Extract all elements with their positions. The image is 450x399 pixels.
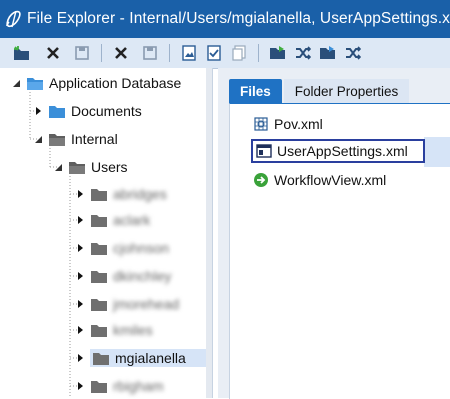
collapse-triangle-icon[interactable]: [10, 77, 22, 89]
tree-item-user[interactable]: aclark: [74, 209, 150, 231]
folder-icon: [90, 213, 108, 228]
tree-item-label: dkinchley: [113, 268, 172, 284]
tree-item-user[interactable]: dkinchley: [74, 265, 171, 287]
new-folder-icon[interactable]: [12, 43, 32, 63]
file-name: Pov.xml: [274, 116, 323, 132]
tree-item-label: jmorehead: [113, 296, 180, 312]
file-item-workflowview[interactable]: WorkflowView.xml: [253, 168, 386, 192]
tree-item-documents[interactable]: Documents: [32, 100, 142, 122]
file-item-pov[interactable]: Pov.xml: [253, 112, 323, 136]
tab-strip: Files Folder Properties: [229, 79, 411, 103]
tree-item-user[interactable]: jmorehead: [74, 293, 179, 315]
expand-triangle-icon[interactable]: [74, 380, 86, 392]
tree-item-user[interactable]: rbigham: [74, 375, 164, 397]
expand-triangle-icon[interactable]: [74, 324, 86, 336]
window-title: File Explorer - Internal/Users/mgialanel…: [26, 10, 450, 27]
delete-x-icon[interactable]: [111, 43, 131, 63]
tree-item-user[interactable]: kmiles: [74, 319, 153, 341]
tree-item-label: mgialanella: [115, 350, 186, 366]
folder-open-icon: [48, 132, 66, 147]
shuffle-icon[interactable]: [343, 43, 363, 63]
toolbar: [0, 38, 450, 69]
folder-icon: [90, 297, 108, 312]
image-file-icon[interactable]: [179, 43, 199, 63]
tab-files[interactable]: Files: [229, 79, 282, 103]
save-disk-icon[interactable]: [140, 43, 160, 63]
save-disk-icon[interactable]: [72, 43, 92, 63]
expand-triangle-icon[interactable]: [74, 214, 86, 226]
folder-icon: [90, 323, 108, 338]
tree-item-mgialanella[interactable]: mgialanella: [74, 347, 211, 369]
file-item-userappsettings[interactable]: UserAppSettings.xml: [251, 139, 425, 163]
expand-triangle-icon[interactable]: [32, 105, 44, 117]
file-name: UserAppSettings.xml: [277, 143, 408, 159]
tab-folder-properties[interactable]: Folder Properties: [283, 79, 410, 103]
shuffle-icon[interactable]: [293, 43, 313, 63]
tree-item-label: Application Database: [49, 75, 182, 91]
folder-open-icon: [68, 160, 86, 175]
tree-item-application-database[interactable]: Application Database: [10, 72, 181, 94]
window-settings-icon: [256, 143, 272, 159]
collapse-triangle-icon[interactable]: [32, 133, 44, 145]
tree-item-label: cjohnson: [113, 240, 170, 256]
expand-triangle-icon[interactable]: [74, 188, 86, 200]
folder-open-icon: [26, 76, 44, 91]
selected-item-highlight: mgialanella: [90, 349, 211, 367]
row-hover-highlight: [424, 137, 450, 167]
folder-icon: [90, 269, 108, 284]
folder-icon: [48, 104, 66, 119]
app-logo-icon: [0, 0, 27, 38]
collapse-triangle-icon[interactable]: [52, 161, 64, 173]
expand-triangle-icon[interactable]: [74, 352, 86, 364]
copy-file-icon[interactable]: [229, 43, 249, 63]
checked-file-icon[interactable]: [204, 43, 224, 63]
tree-item-label: abridges: [113, 186, 167, 202]
toolbar-separator: [101, 44, 102, 62]
tree-item-label: rbigham: [113, 378, 164, 394]
tree-item-user[interactable]: abridges: [74, 183, 167, 205]
tree-item-user[interactable]: cjohnson: [74, 237, 169, 259]
green-arrow-icon: [253, 172, 269, 188]
toolbar-separator: [169, 44, 170, 62]
tree-item-label: aclark: [113, 212, 151, 228]
tree-item-label: Internal: [71, 131, 118, 147]
file-name: WorkflowView.xml: [274, 172, 387, 188]
folder-icon: [90, 187, 108, 202]
expand-triangle-icon[interactable]: [74, 298, 86, 310]
open-folder-icon[interactable]: [318, 43, 338, 63]
expand-triangle-icon[interactable]: [74, 270, 86, 282]
tree-item-label: Documents: [71, 103, 142, 119]
folder-icon: [90, 241, 108, 256]
tree-scrollbar[interactable]: [206, 68, 212, 398]
expand-triangle-icon[interactable]: [74, 242, 86, 254]
folder-icon: [90, 379, 108, 394]
folder-icon: [92, 351, 110, 366]
toolbar-separator: [258, 44, 259, 62]
tree-item-internal[interactable]: Internal: [32, 128, 118, 150]
tree-item-label: Users: [91, 159, 128, 175]
folder-tree-pane: Application Database Documents Internal …: [0, 68, 213, 398]
tree-item-label: kmiles: [113, 322, 153, 338]
pov-grid-icon: [253, 116, 269, 132]
title-bar: File Explorer - Internal/Users/mgialanel…: [0, 0, 450, 38]
tree-item-users[interactable]: Users: [52, 156, 128, 178]
delete-x-icon[interactable]: [43, 43, 63, 63]
open-folder-icon[interactable]: [268, 43, 288, 63]
